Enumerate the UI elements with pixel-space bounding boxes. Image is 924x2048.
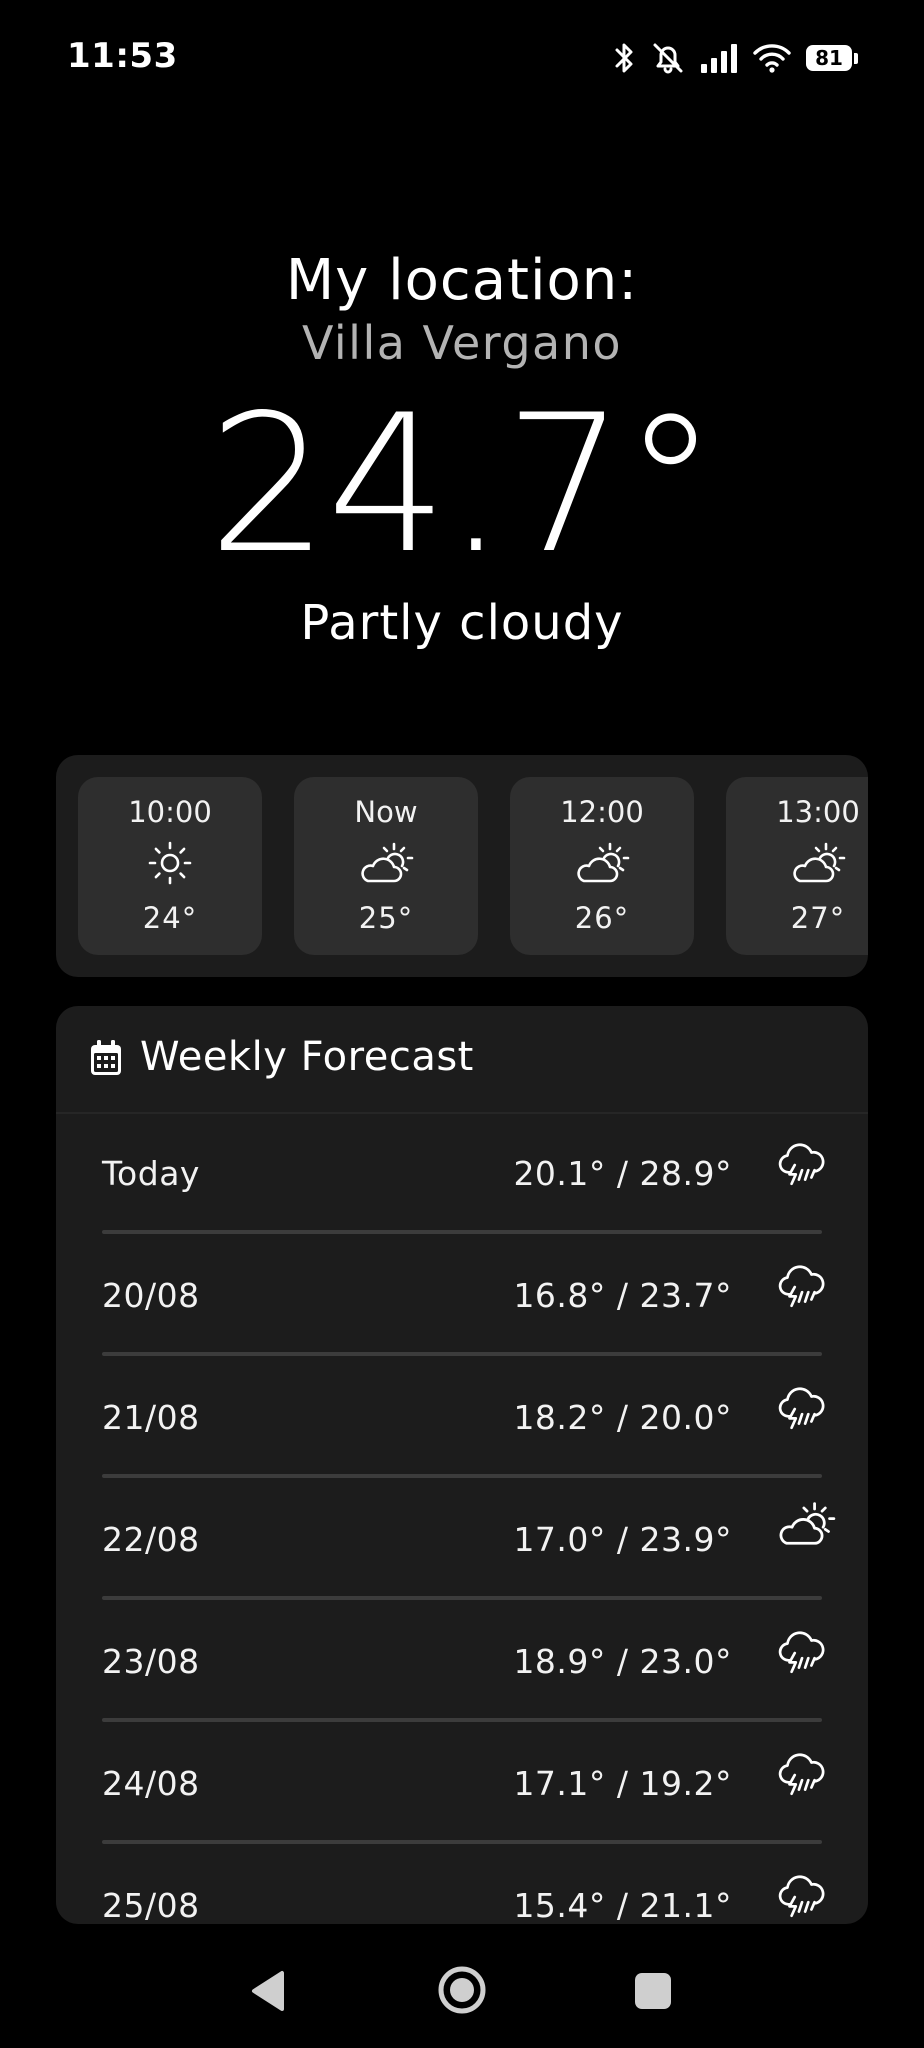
bell-muted-icon (650, 40, 686, 76)
location-label: My location: (285, 248, 639, 313)
day-temps: 16.8° / 23.7° (513, 1276, 732, 1315)
sun-icon (146, 839, 194, 891)
current-temperature: 24.7° (207, 374, 718, 595)
signal-icon (700, 42, 738, 74)
partly-cloudy-icon (776, 1498, 836, 1554)
day-label: 24/08 (102, 1764, 200, 1803)
day-temps: 15.4° / 21.1° (513, 1886, 732, 1924)
wifi-icon (752, 42, 792, 74)
forecast-day-row[interactable]: 24/08 17.1° / 19.2° (102, 1722, 822, 1844)
day-temps: 17.0° / 23.9° (513, 1520, 732, 1559)
hourly-card[interactable]: 10:00 24° (78, 777, 262, 955)
location-name: Villa Vergano (301, 316, 623, 370)
weekly-forecast-panel[interactable]: Weekly Forecast Today 20.1° / 28.9° 20/0… (56, 1006, 868, 1924)
hourly-forecast-panel[interactable]: 10:00 24° Now 25° 12:00 26° 13:00 27° (56, 755, 868, 977)
forecast-day-row[interactable]: 23/08 18.9° / 23.0° (102, 1600, 822, 1722)
calendar-icon (90, 1040, 122, 1080)
navigation-bar (0, 1940, 924, 2048)
hourly-card[interactable]: Now 25° (294, 777, 478, 955)
day-temps: 17.1° / 19.2° (513, 1764, 732, 1803)
home-button[interactable] (436, 1964, 488, 2020)
hour-temp: 24° (142, 901, 198, 935)
forecast-day-row[interactable]: 20/08 16.8° / 23.7° (102, 1234, 822, 1356)
forecast-day-row[interactable]: 21/08 18.2° / 20.0° (102, 1356, 822, 1478)
bluetooth-icon (612, 40, 636, 76)
status-time: 11:53 (67, 36, 178, 76)
hour-temp: 27° (790, 901, 846, 935)
hourly-card[interactable]: 12:00 26° (510, 777, 694, 955)
thunderstorm-icon (776, 1628, 826, 1682)
back-button[interactable] (248, 1968, 288, 2018)
weekly-forecast-header: Weekly Forecast (56, 1006, 868, 1114)
day-label: 20/08 (102, 1276, 200, 1315)
day-label: Today (102, 1154, 200, 1193)
day-label: 25/08 (102, 1886, 200, 1924)
forecast-day-row[interactable]: Today 20.1° / 28.9° (102, 1112, 822, 1234)
status-bar: 11:53 81 (0, 0, 924, 115)
partly-cloudy-icon (790, 839, 846, 891)
hourly-card[interactable]: 13:00 27° (726, 777, 868, 955)
battery-tip (854, 52, 858, 64)
thunderstorm-icon (776, 1140, 826, 1194)
day-temps: 20.1° / 28.9° (513, 1154, 732, 1193)
day-label: 22/08 (102, 1520, 200, 1559)
hour-time: 12:00 (560, 795, 644, 829)
day-label: 21/08 (102, 1398, 200, 1437)
status-icons: 81 (612, 38, 858, 78)
current-condition: Partly cloudy (300, 595, 624, 651)
thunderstorm-icon (776, 1750, 826, 1804)
thunderstorm-icon (776, 1384, 826, 1438)
day-label: 23/08 (102, 1642, 200, 1681)
day-temps: 18.9° / 23.0° (513, 1642, 732, 1681)
battery-indicator: 81 (806, 45, 858, 71)
weekly-forecast-title: Weekly Forecast (140, 1034, 474, 1080)
hour-time: 13:00 (776, 795, 860, 829)
hour-time: 10:00 (128, 795, 212, 829)
day-temps: 18.2° / 20.0° (513, 1398, 732, 1437)
hour-temp: 26° (574, 901, 630, 935)
hour-time: Now (354, 795, 418, 829)
forecast-day-row[interactable]: 22/08 17.0° / 23.9° (102, 1478, 822, 1600)
recents-button[interactable] (634, 1972, 672, 2014)
hour-temp: 25° (358, 901, 414, 935)
thunderstorm-icon (776, 1262, 826, 1316)
partly-cloudy-icon (358, 839, 414, 891)
partly-cloudy-icon (574, 839, 630, 891)
thunderstorm-icon (776, 1872, 826, 1924)
forecast-day-row[interactable]: 25/08 15.4° / 21.1° (102, 1844, 822, 1924)
battery-level: 81 (806, 45, 852, 71)
